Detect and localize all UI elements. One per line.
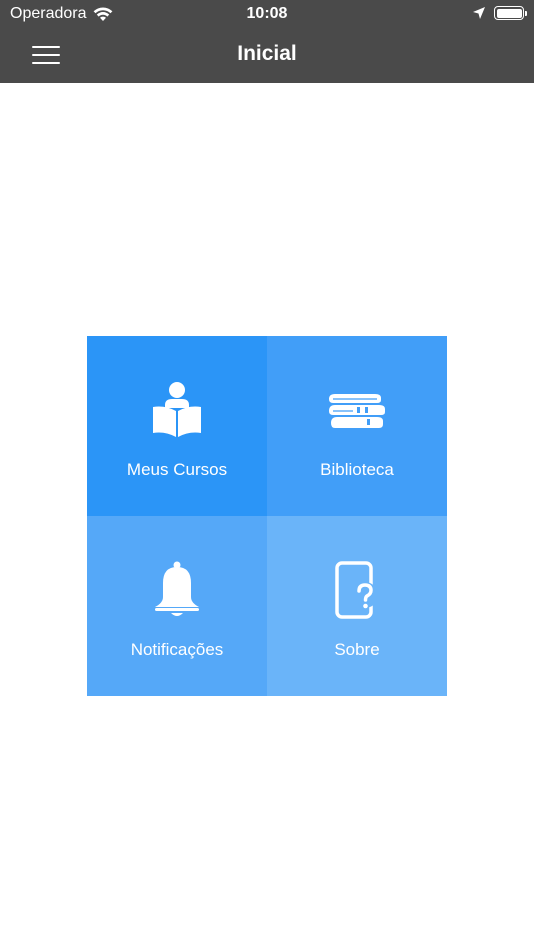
tile-biblioteca[interactable]: Biblioteca: [267, 336, 447, 516]
tile-label: Sobre: [334, 640, 380, 659]
battery-icon: [494, 6, 527, 20]
phone-question-icon: [327, 560, 387, 620]
location-icon: [472, 6, 486, 20]
reading-person-icon: [147, 380, 207, 440]
status-bar: Operadora 10:08: [0, 0, 534, 28]
tile-label: Biblioteca: [320, 460, 394, 479]
books-stack-icon: [327, 380, 387, 440]
status-icons: [472, 6, 527, 20]
top-bar: Operadora 10:08 Inicial: [0, 0, 534, 83]
status-time: 10:08: [246, 5, 288, 22]
navigation-bar: Inicial: [0, 28, 534, 83]
home-menu-grid: Meus Cursos Biblioteca Notificações Sobr…: [87, 336, 447, 696]
tile-meus-cursos[interactable]: Meus Cursos: [87, 336, 267, 516]
tile-label: Notificações: [130, 640, 224, 659]
tile-label: Meus Cursos: [126, 460, 228, 479]
bell-icon: [147, 560, 207, 620]
page-title: Inicial: [237, 42, 297, 65]
tile-sobre[interactable]: Sobre: [267, 516, 447, 696]
tile-notificacoes[interactable]: Notificações: [87, 516, 267, 696]
